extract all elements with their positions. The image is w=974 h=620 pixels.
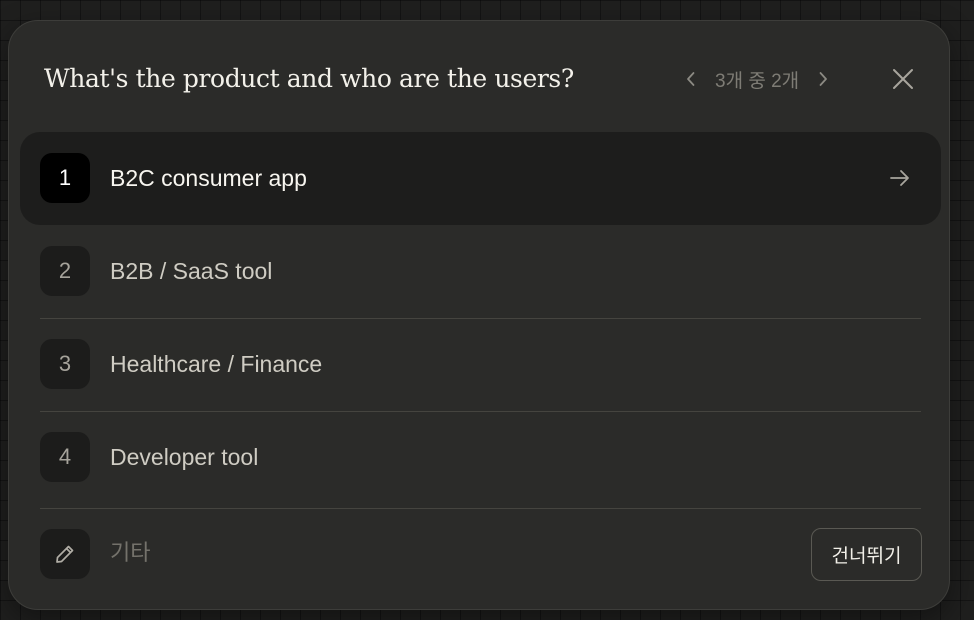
option-item-b2b-saas-tool[interactable]: 2 B2B / SaaS tool bbox=[20, 225, 941, 318]
option-number: 2 bbox=[40, 246, 90, 296]
dialog-title: What's the product and who are the users… bbox=[44, 64, 574, 93]
next-question-button[interactable] bbox=[811, 65, 835, 93]
option-label: B2B / SaaS tool bbox=[110, 258, 273, 284]
option-list: 1 B2C consumer app 2 B2B / SaaS tool 3 H… bbox=[20, 132, 941, 504]
option-label: Developer tool bbox=[110, 444, 259, 470]
option-label: B2C consumer app bbox=[110, 165, 307, 191]
pencil-icon-box bbox=[40, 529, 90, 579]
other-answer-input[interactable] bbox=[110, 536, 760, 570]
close-icon bbox=[893, 69, 913, 89]
question-dialog: What's the product and who are the users… bbox=[8, 20, 950, 610]
chevron-left-icon bbox=[687, 72, 695, 86]
close-button[interactable] bbox=[887, 63, 919, 95]
pager-label: 3개 중 2개 bbox=[715, 70, 800, 92]
option-number: 3 bbox=[40, 339, 90, 389]
chevron-right-icon bbox=[819, 72, 828, 86]
prev-question-button[interactable] bbox=[679, 65, 703, 93]
option-label: Healthcare / Finance bbox=[110, 351, 323, 377]
option-item-developer-tool[interactable]: 4 Developer tool bbox=[20, 411, 941, 504]
option-number: 1 bbox=[40, 153, 90, 203]
other-answer-row: 건너뛰기 bbox=[20, 508, 941, 601]
question-pager: 3개 중 2개 bbox=[679, 65, 835, 93]
option-item-healthcare-finance[interactable]: 3 Healthcare / Finance bbox=[20, 318, 941, 411]
option-item-b2c-consumer-app[interactable]: 1 B2C consumer app bbox=[20, 132, 941, 225]
option-number: 4 bbox=[40, 432, 90, 482]
arrow-right-icon bbox=[890, 170, 909, 186]
skip-button[interactable]: 건너뛰기 bbox=[811, 528, 922, 581]
pencil-icon bbox=[56, 545, 74, 563]
